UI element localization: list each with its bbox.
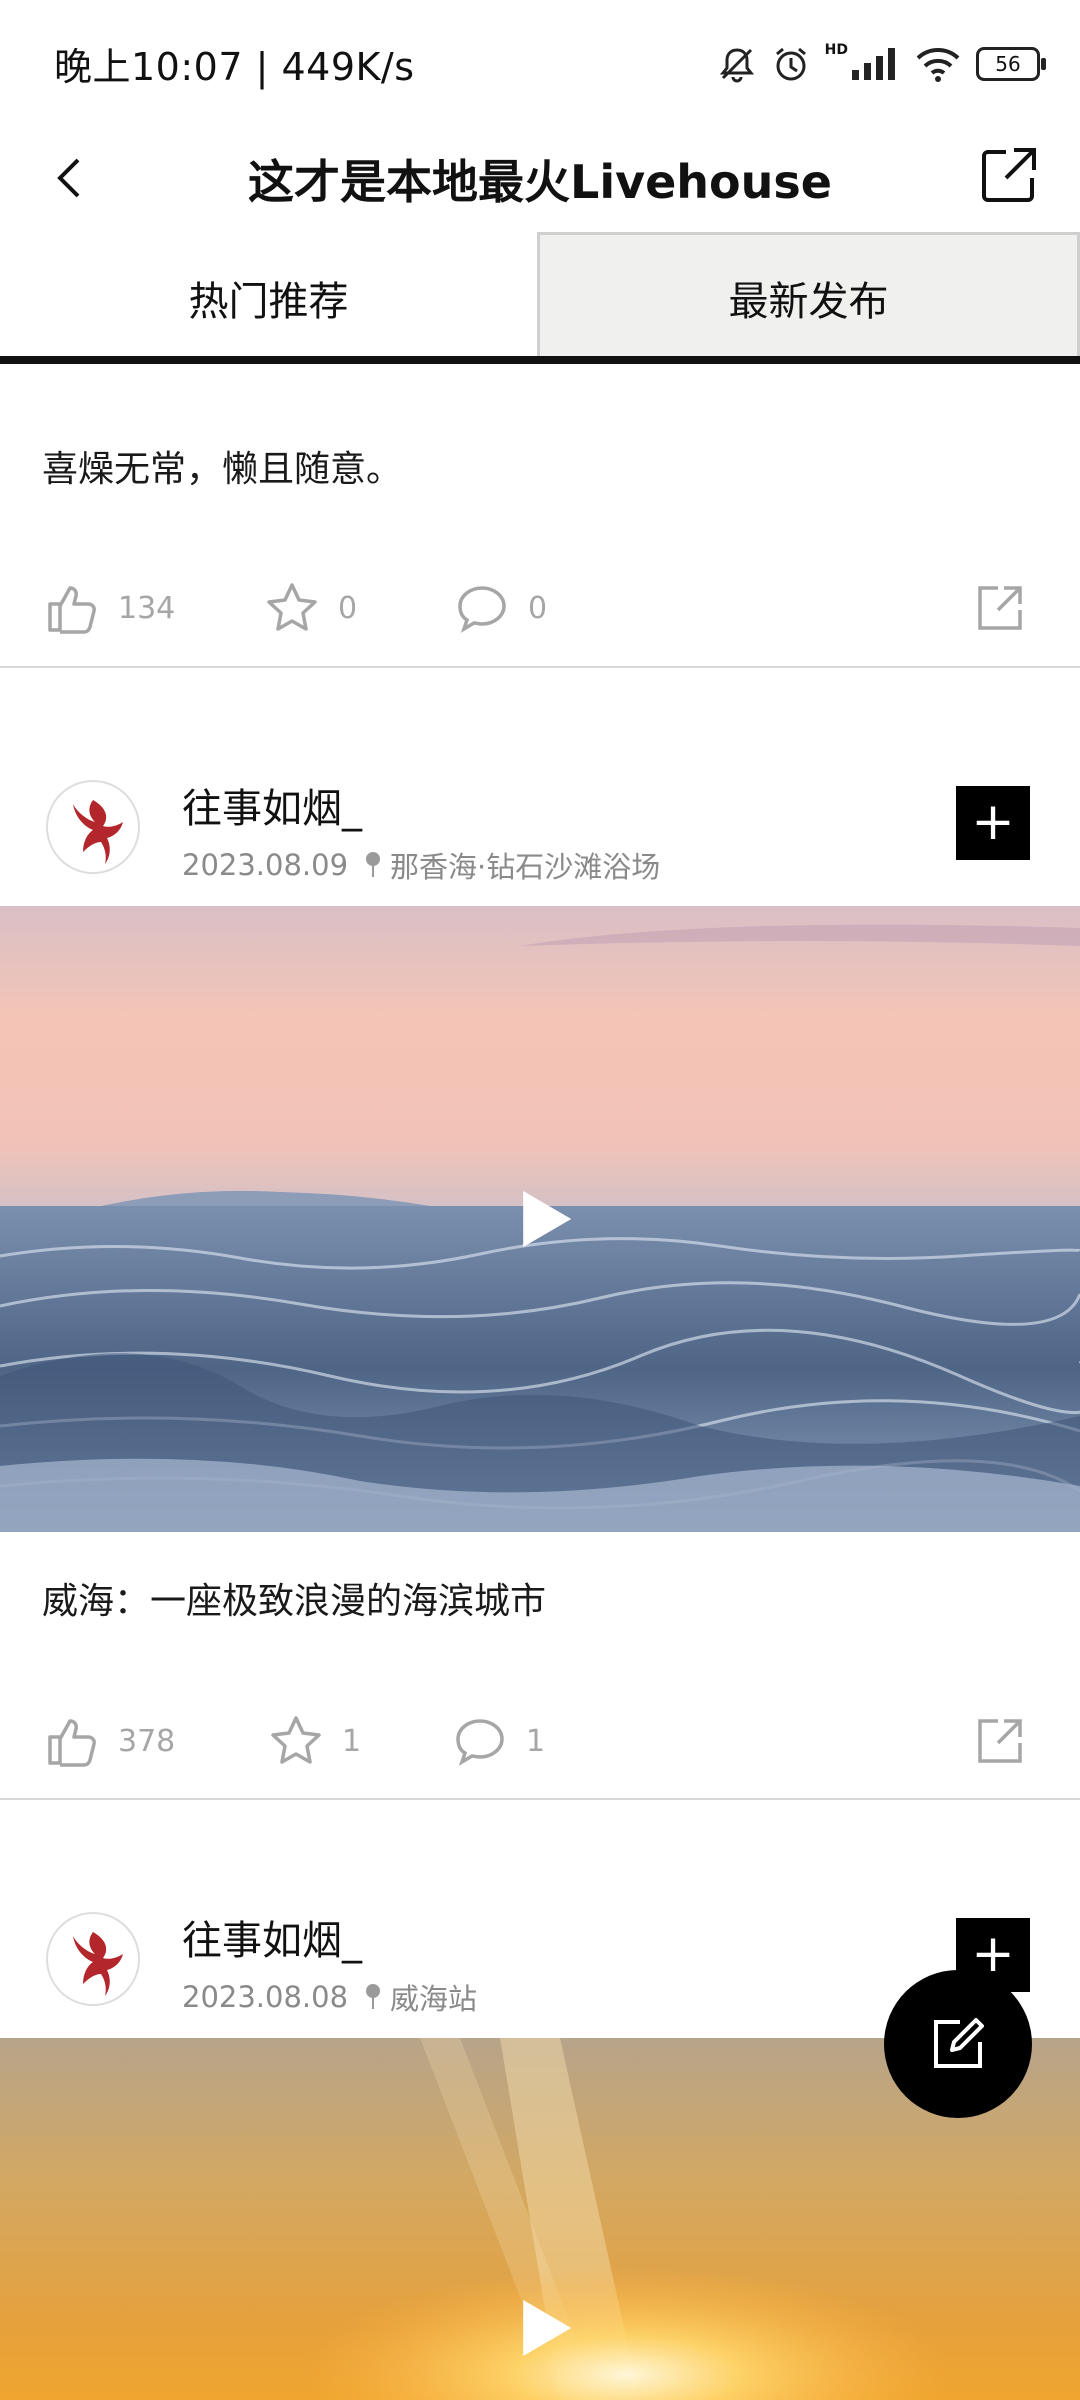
post-text[interactable]: 威海：一座极致浪漫的海滨城市 — [42, 1572, 546, 1624]
favorite-button[interactable]: 0 — [264, 580, 357, 636]
status-bar: 晚上10:07 | 449K/s HD 56 — [0, 0, 1080, 128]
share-icon[interactable] — [976, 142, 1042, 208]
wifi-icon — [916, 48, 960, 82]
top-app-bar: 这才是本地最火Livehouse — [0, 128, 1080, 232]
favorite-button[interactable]: 1 — [268, 1713, 361, 1769]
play-icon[interactable] — [523, 1191, 572, 1247]
comment-icon — [458, 586, 506, 633]
page-title: 这才是本地最火Livehouse — [248, 155, 832, 209]
username[interactable]: 往事如烟_ — [182, 776, 362, 834]
edit-icon — [934, 2018, 984, 2068]
post-location[interactable]: 那香海·钻石沙滩浴场 — [390, 844, 660, 886]
post-location[interactable]: 威海站 — [390, 1976, 477, 2018]
share-icon[interactable] — [972, 580, 1028, 636]
mute-bell-icon — [719, 48, 754, 83]
signal-icon — [852, 48, 895, 80]
status-icons: HD 56 — [717, 34, 1046, 94]
follow-button[interactable]: + — [956, 786, 1030, 860]
avatar[interactable] — [46, 780, 140, 874]
like-button[interactable]: 378 — [44, 1713, 175, 1769]
tab-latest[interactable]: 最新发布 — [537, 232, 1080, 364]
share-icon[interactable] — [972, 1713, 1028, 1769]
favorite-count: 1 — [342, 1723, 362, 1759]
favorite-count: 0 — [338, 590, 358, 626]
like-count: 378 — [118, 1723, 176, 1759]
post-date: 2023.08.08 — [182, 1980, 349, 2014]
location-pin-icon — [366, 1984, 381, 2009]
post-actions: 134 0 0 — [0, 580, 1080, 640]
phoenix-avatar-icon — [49, 783, 137, 871]
tab-bar: 热门推荐 最新发布 — [0, 232, 1080, 364]
battery-icon: 56 — [976, 47, 1046, 81]
tab-indicator — [0, 356, 1080, 364]
phoenix-avatar-icon — [49, 1915, 137, 2003]
post-actions: 378 1 1 — [0, 1713, 1080, 1773]
post-date: 2023.08.09 — [182, 848, 349, 882]
post-text[interactable]: 喜燥无常，懒且随意。 — [42, 440, 402, 492]
avatar[interactable] — [46, 1912, 140, 2006]
alarm-icon — [775, 47, 806, 81]
thumbs-up-icon — [48, 1719, 96, 1767]
star-icon — [271, 1716, 321, 1764]
thumbs-up-icon — [48, 586, 96, 634]
location-pin-icon — [366, 852, 381, 877]
comment-icon — [456, 1719, 504, 1766]
post-meta: 2023.08.08 威海站 — [182, 1976, 477, 2018]
status-time: 晚上10:07 | 449K/s — [54, 45, 415, 89]
post-divider — [0, 1798, 1080, 1800]
post-divider — [0, 666, 1080, 668]
username[interactable]: 往事如烟_ — [182, 1908, 362, 1966]
post-meta: 2023.08.09 那香海·钻石沙滩浴场 — [182, 844, 660, 886]
play-icon[interactable] — [523, 2299, 572, 2356]
compose-button[interactable] — [884, 1970, 1032, 2118]
star-icon — [267, 583, 317, 631]
like-count: 134 — [118, 590, 176, 626]
comment-count: 0 — [528, 590, 548, 626]
video-thumbnail[interactable] — [0, 906, 1080, 1532]
comment-button[interactable]: 1 — [452, 1713, 545, 1769]
hd-label: HD — [824, 42, 848, 58]
tab-hot-recommend[interactable]: 热门推荐 — [0, 232, 537, 364]
comment-count: 1 — [526, 1723, 546, 1759]
like-button[interactable]: 134 — [44, 580, 175, 636]
battery-level: 56 — [995, 52, 1021, 76]
comment-button[interactable]: 0 — [454, 580, 547, 636]
